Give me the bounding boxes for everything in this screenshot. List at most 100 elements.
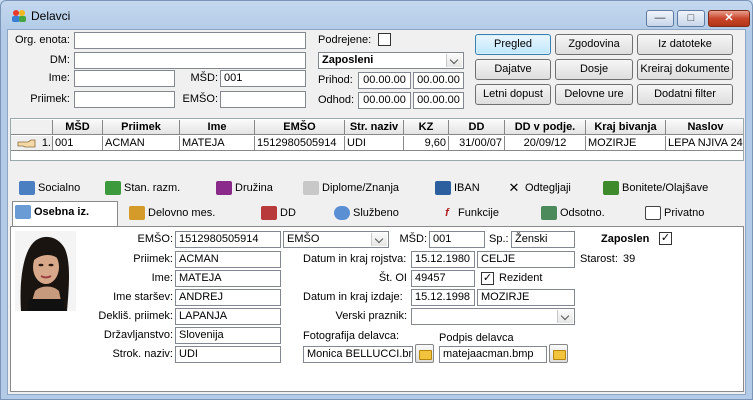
emso-field[interactable]: 1512980505914 (175, 231, 281, 248)
grid-header-naslov[interactable]: Naslov (666, 120, 743, 135)
odhod-to-field[interactable]: 00.00.00 (413, 92, 464, 109)
podpis-folder-icon[interactable] (549, 344, 568, 363)
table-cell[interactable]: ACMAN (103, 136, 180, 151)
rezident-checkbox[interactable]: ✓ (481, 272, 494, 285)
table-cell[interactable]: 001 (53, 136, 103, 151)
rojstvo-kraj-field[interactable]: CELJE (477, 251, 575, 268)
letni-dopust-button[interactable]: Letni dopust (475, 84, 551, 105)
table-row-indicator[interactable]: 1. (11, 136, 53, 151)
delovne-ure-button[interactable]: Delovne ure (555, 84, 633, 105)
main-window: Delavci — □ ✕ Org. enota: DM: Ime: MŠD: … (0, 0, 753, 400)
tab-osebna-iz[interactable]: Osebna iz. (12, 201, 118, 227)
dajatve-button[interactable]: Dajatve (475, 59, 551, 80)
tab-label: Osebna iz. (34, 206, 90, 218)
priimek-filter-field[interactable] (74, 91, 175, 108)
ime-filter-field[interactable] (74, 70, 175, 87)
tab-iban[interactable]: IBAN (432, 177, 481, 199)
spol-field[interactable]: Ženski (511, 231, 575, 248)
emso-filter-field[interactable] (220, 91, 306, 108)
ime-starsev-label: Ime staršev: (113, 291, 173, 303)
tab-bonitete-olajsave[interactable]: Bonitete/Olajšave (600, 177, 709, 199)
podrejene-checkbox[interactable] (378, 33, 391, 46)
status-select-value: Zaposleni (322, 54, 374, 66)
foto-field[interactable]: Monica BELLUCCI.bmp (303, 346, 413, 363)
table-cell[interactable]: MOZIRJE (586, 136, 666, 151)
grid-header-emso[interactable]: EMŠO (255, 120, 345, 135)
tab-diplome-znanja[interactable]: Diplome/Znanja (300, 177, 400, 199)
tab-delovno-mes[interactable]: Delovno mes. (126, 202, 216, 224)
zgodovina-button[interactable]: Zgodovina (555, 34, 633, 55)
msd-filter-label: MŠD: (190, 72, 219, 84)
table-cell[interactable]: 9,60 (404, 136, 449, 151)
maximize-button[interactable]: □ (677, 10, 705, 27)
tab-privatno[interactable]: Privatno (642, 202, 705, 224)
rojstvo-date-field[interactable]: 15.12.1980 (411, 251, 475, 268)
strok-naziv-field[interactable]: UDI (175, 346, 281, 363)
close-button[interactable]: ✕ (708, 10, 750, 27)
employees-grid[interactable]: MŠD Priimek Ime EMŠO Str. naziv KZ DD DD… (10, 118, 744, 161)
grid-header-dd[interactable]: DD (449, 120, 505, 135)
table-cell[interactable]: MATEJA (180, 136, 255, 151)
dodatni-filter-button[interactable]: Dodatni filter (637, 84, 733, 105)
prihod-to-field[interactable]: 00.00.00 (413, 72, 464, 89)
chevron-down-icon[interactable] (557, 310, 573, 323)
grid-header-dd-v-podje[interactable]: DD v podje. (505, 120, 586, 135)
podrejene-label: Podrejene: (318, 34, 372, 46)
content-area: Org. enota: DM: Ime: MŠD: 001 Priimek: E… (7, 29, 746, 395)
tab-stan-razm[interactable]: Stan. razm. (102, 177, 181, 199)
tab-funkcije[interactable]: f Funkcije (436, 202, 500, 224)
function-icon: f (445, 207, 449, 220)
iz-datoteke-button[interactable]: Iz datoteke (637, 34, 733, 55)
pregled-button[interactable]: Pregled (475, 34, 551, 55)
tab-dd[interactable]: DD (258, 202, 297, 224)
msd-filter-field[interactable]: 001 (220, 70, 306, 87)
tab-druzina[interactable]: Družina (213, 177, 274, 199)
priimek-filter-label: Priimek: (30, 93, 70, 105)
verski-praznik-select[interactable] (411, 308, 575, 325)
grid-header-kraj-bivanja[interactable]: Kraj bivanja (586, 120, 666, 135)
ime-starsev-field[interactable]: ANDREJ (175, 289, 281, 306)
org-enota-field[interactable] (74, 32, 306, 49)
tab-odsotno[interactable]: Odsotno. (538, 202, 606, 224)
grid-header-kz[interactable]: KZ (404, 120, 449, 135)
table-cell[interactable]: LEPA NJIVA 24 (666, 136, 743, 151)
kreiraj-dokumente-button[interactable]: Kreiraj dokumente (637, 59, 733, 80)
chevron-down-icon[interactable] (446, 54, 462, 67)
deklis-priimek-field[interactable]: LAPANJA (175, 308, 281, 325)
table-cell[interactable]: UDI (345, 136, 404, 151)
tab-label: Bonitete/Olajšave (622, 182, 709, 194)
izdaje-kraj-field[interactable]: MOZIRJE (477, 289, 575, 306)
chevron-down-icon[interactable] (371, 233, 387, 246)
ime-field[interactable]: MATEJA (175, 270, 281, 287)
grid-header-msd[interactable]: MŠD (53, 120, 103, 135)
priimek-label: Priimek: (133, 253, 173, 265)
tab-socialno[interactable]: Socialno (16, 177, 81, 199)
grid-header-priimek[interactable]: Priimek (103, 120, 180, 135)
tab-odtegljaji[interactable]: ✕ Odtegljaji (503, 177, 572, 199)
window-title: Delavci (31, 9, 71, 23)
drzavljanstvo-field[interactable]: Slovenija (175, 327, 281, 344)
title-bar[interactable]: Delavci — □ ✕ (1, 1, 752, 29)
st-oi-field[interactable]: 49457 (411, 270, 475, 287)
status-select[interactable]: Zaposleni (318, 52, 464, 69)
dm-field[interactable] (74, 52, 306, 69)
tab-label: DD (280, 207, 296, 219)
dosje-button[interactable]: Dosje (555, 59, 633, 80)
priimek-field[interactable]: ACMAN (175, 251, 281, 268)
izdaje-date-field[interactable]: 15.12.1998 (411, 289, 475, 306)
grid-header-ime[interactable]: Ime (180, 120, 255, 135)
table-cell[interactable]: 1512980505914 (255, 136, 345, 151)
foto-label: Fotografija delavca: (303, 330, 399, 342)
grid-header-str-naziv[interactable]: Str. naziv (345, 120, 404, 135)
odhod-from-field[interactable]: 00.00.00 (358, 92, 411, 109)
emso-type-select[interactable]: EMŠO (283, 231, 389, 248)
tab-sluzbeno[interactable]: Službeno (331, 202, 400, 224)
table-cell[interactable]: 20/09/12 (505, 136, 586, 151)
podpis-field[interactable]: matejaacman.bmp (439, 346, 547, 363)
table-cell[interactable]: 31/00/07 (449, 136, 505, 151)
prihod-from-field[interactable]: 00.00.00 (358, 72, 411, 89)
foto-folder-icon[interactable] (415, 344, 434, 363)
msd-field[interactable]: 001 (429, 231, 485, 248)
minimize-button[interactable]: — (646, 10, 674, 27)
zaposlen-checkbox[interactable]: ✓ (659, 232, 672, 245)
